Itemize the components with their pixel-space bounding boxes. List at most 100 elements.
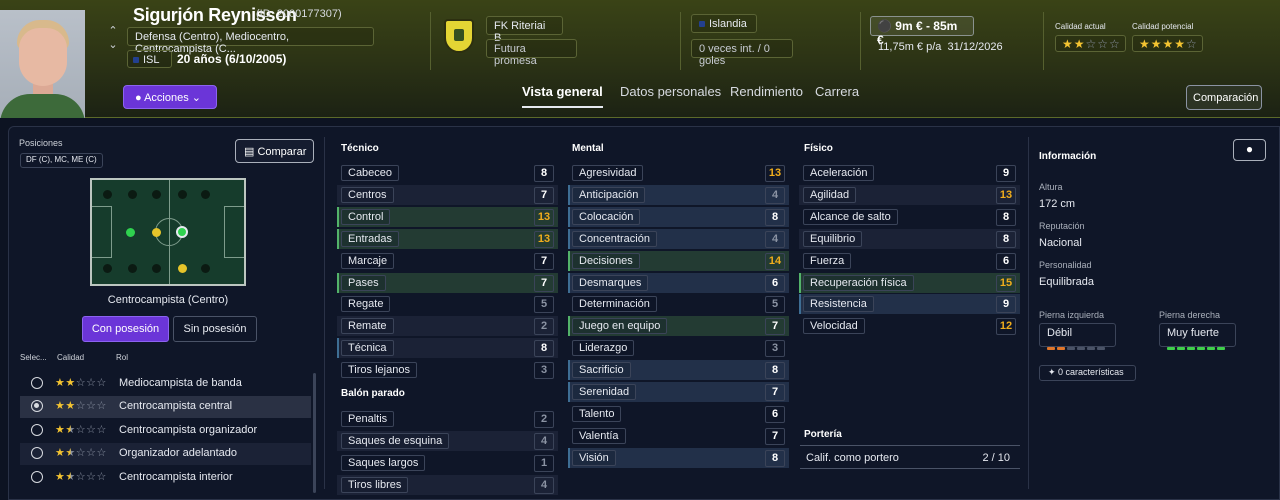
attribute-row[interactable]: Control 13 (337, 206, 558, 227)
position-dot[interactable] (178, 264, 187, 273)
actions-button[interactable]: ● Acciones ⌄ (123, 85, 217, 109)
tab-datos-personales[interactable]: Datos personales (620, 84, 721, 99)
attribute-row[interactable]: Equilibrio 8 (799, 228, 1020, 249)
chevron-up-icon[interactable]: ⌃ (104, 24, 122, 38)
position-dot[interactable] (201, 264, 210, 273)
attribute-row[interactable]: Alcance de salto 8 (799, 207, 1020, 227)
tab-vista-general[interactable]: Vista general (522, 84, 603, 108)
attribute-row[interactable]: Recuperación física 15 (799, 272, 1020, 293)
attribute-row[interactable]: Sacrificio 8 (568, 360, 789, 381)
attribute-name: Talento (572, 405, 622, 422)
attribute-value: 6 (765, 274, 785, 292)
right-foot-box: Muy fuerte (1159, 323, 1236, 350)
toggle-con-posesion[interactable]: Con posesión (82, 316, 169, 342)
left-foot-label: Pierna izquierda (1039, 310, 1105, 320)
attribute-name: Tiros lejanos (341, 362, 417, 379)
role-radio[interactable] (31, 424, 43, 436)
attribute-row[interactable]: Resistencia 9 (799, 294, 1020, 315)
tab-rendimiento[interactable]: Rendimiento (730, 84, 803, 99)
attribute-row[interactable]: Cabeceo 8 (337, 163, 558, 183)
attribute-row[interactable]: Pases 7 (337, 272, 558, 293)
attribute-row[interactable]: Saques de esquina 4 (337, 430, 558, 451)
attribute-row[interactable]: Decisiones 14 (568, 250, 789, 271)
attribute-row[interactable]: Visión 8 (568, 447, 789, 468)
gk-rating-value: 2 / 10 (982, 452, 1010, 464)
attribute-row[interactable]: Velocidad 12 (799, 316, 1020, 336)
attribute-row[interactable]: Aceleración 9 (799, 163, 1020, 183)
attribute-row[interactable]: Agilidad 13 (799, 184, 1020, 205)
attribute-row[interactable]: Valentía 7 (568, 426, 789, 446)
attribute-row[interactable]: Liderazgo 3 (568, 338, 789, 358)
attribute-row[interactable]: Talento 6 (568, 404, 789, 424)
divider (680, 12, 681, 70)
position-dot[interactable] (178, 190, 187, 199)
scrollbar[interactable] (313, 373, 316, 493)
attribute-row[interactable]: Juego en equipo 7 (568, 316, 789, 337)
position-dot[interactable] (152, 228, 161, 237)
role-quality-stars: ★★☆☆☆ (55, 447, 107, 459)
comparison-button[interactable]: Comparación (1186, 85, 1262, 110)
compare-button[interactable]: ▤ Comparar (235, 139, 314, 163)
attribute-name: Cabeceo (341, 165, 400, 181)
position-dot[interactable] (103, 264, 112, 273)
position-dot[interactable] (128, 190, 137, 199)
attribute-row[interactable]: Tiros libres 4 (337, 474, 558, 495)
chevron-down-icon[interactable]: ⌄ (104, 38, 122, 52)
attribute-row[interactable]: Tiros lejanos 3 (337, 360, 558, 380)
tab-carrera[interactable]: Carrera (815, 84, 859, 99)
position-dot[interactable] (152, 190, 161, 199)
compare-label: Comparar (257, 146, 307, 158)
attribute-row[interactable]: Agresividad 13 (568, 163, 789, 183)
attribute-row[interactable]: Determinación 5 (568, 294, 789, 314)
attribute-row[interactable]: Marcaje 7 (337, 251, 558, 271)
position-dot[interactable] (103, 190, 112, 199)
role-radio[interactable] (31, 377, 43, 389)
club-box[interactable]: FK Riteriai B (486, 16, 563, 44)
toggle-sin-posesion[interactable]: Sin posesión (173, 316, 257, 342)
role-row[interactable]: ★★☆☆☆ Centrocampista central (20, 396, 311, 418)
foot-bar-segment (1177, 347, 1185, 350)
player-age: 20 años (6/10/2005) (177, 52, 287, 66)
attribute-row[interactable]: Fuerza 6 (799, 251, 1020, 271)
role-row[interactable]: ★★☆☆☆ Mediocampista de banda (20, 373, 311, 395)
attribute-row[interactable]: Desmarques 6 (568, 272, 789, 293)
position-dot[interactable] (152, 264, 161, 273)
divider (1028, 137, 1029, 489)
attribute-row[interactable]: Penaltis 2 (337, 409, 558, 429)
attribute-row[interactable]: Técnica 8 (337, 338, 558, 359)
attribute-value: 4 (534, 476, 554, 494)
traits-label: 0 características (1058, 367, 1124, 377)
country-box[interactable]: Islandia (691, 14, 757, 33)
role-radio[interactable] (31, 447, 43, 459)
position-dot-selected[interactable] (176, 226, 188, 238)
attribute-row[interactable]: Remate 2 (337, 316, 558, 337)
attribute-row[interactable]: Colocación 8 (568, 206, 789, 227)
attribute-row[interactable]: Anticipación 4 (568, 184, 789, 205)
status-box: Futura promesa (486, 39, 577, 67)
position-dot[interactable] (201, 190, 210, 199)
flag-icon (699, 21, 705, 28)
role-radio[interactable] (31, 400, 43, 412)
attribute-row[interactable]: Centros 7 (337, 184, 558, 205)
attribute-value: 14 (765, 252, 785, 270)
attribute-row[interactable]: Regate 5 (337, 294, 558, 314)
role-row[interactable]: ★★☆☆☆ Organizador adelantado (20, 443, 311, 465)
role-row[interactable]: ★★☆☆☆ Centrocampista organizador (20, 420, 311, 442)
attribute-row[interactable]: Saques largos 1 (337, 453, 558, 473)
flag-icon (133, 57, 139, 64)
foot-bar-segment (1167, 347, 1175, 350)
foot-bar-segment (1067, 347, 1075, 350)
attribute-row[interactable]: Entradas 13 (337, 228, 558, 249)
traits-chip[interactable]: ✦ 0 características (1039, 365, 1136, 381)
attribute-row[interactable]: Concentración 4 (568, 228, 789, 249)
attribute-name: Juego en equipo (572, 318, 668, 335)
attribute-row[interactable]: Serenidad 7 (568, 382, 789, 402)
divider (860, 12, 861, 70)
position-dot[interactable] (128, 264, 137, 273)
attribute-value: 8 (534, 165, 554, 182)
person-info-icon[interactable]: ● (1233, 139, 1266, 161)
role-row[interactable]: ★★☆☆☆ Centrocampista interior (20, 467, 311, 489)
role-radio[interactable] (31, 471, 43, 483)
position-dot[interactable] (126, 228, 135, 237)
caps-box: 0 veces int. / 0 goles (691, 39, 793, 67)
